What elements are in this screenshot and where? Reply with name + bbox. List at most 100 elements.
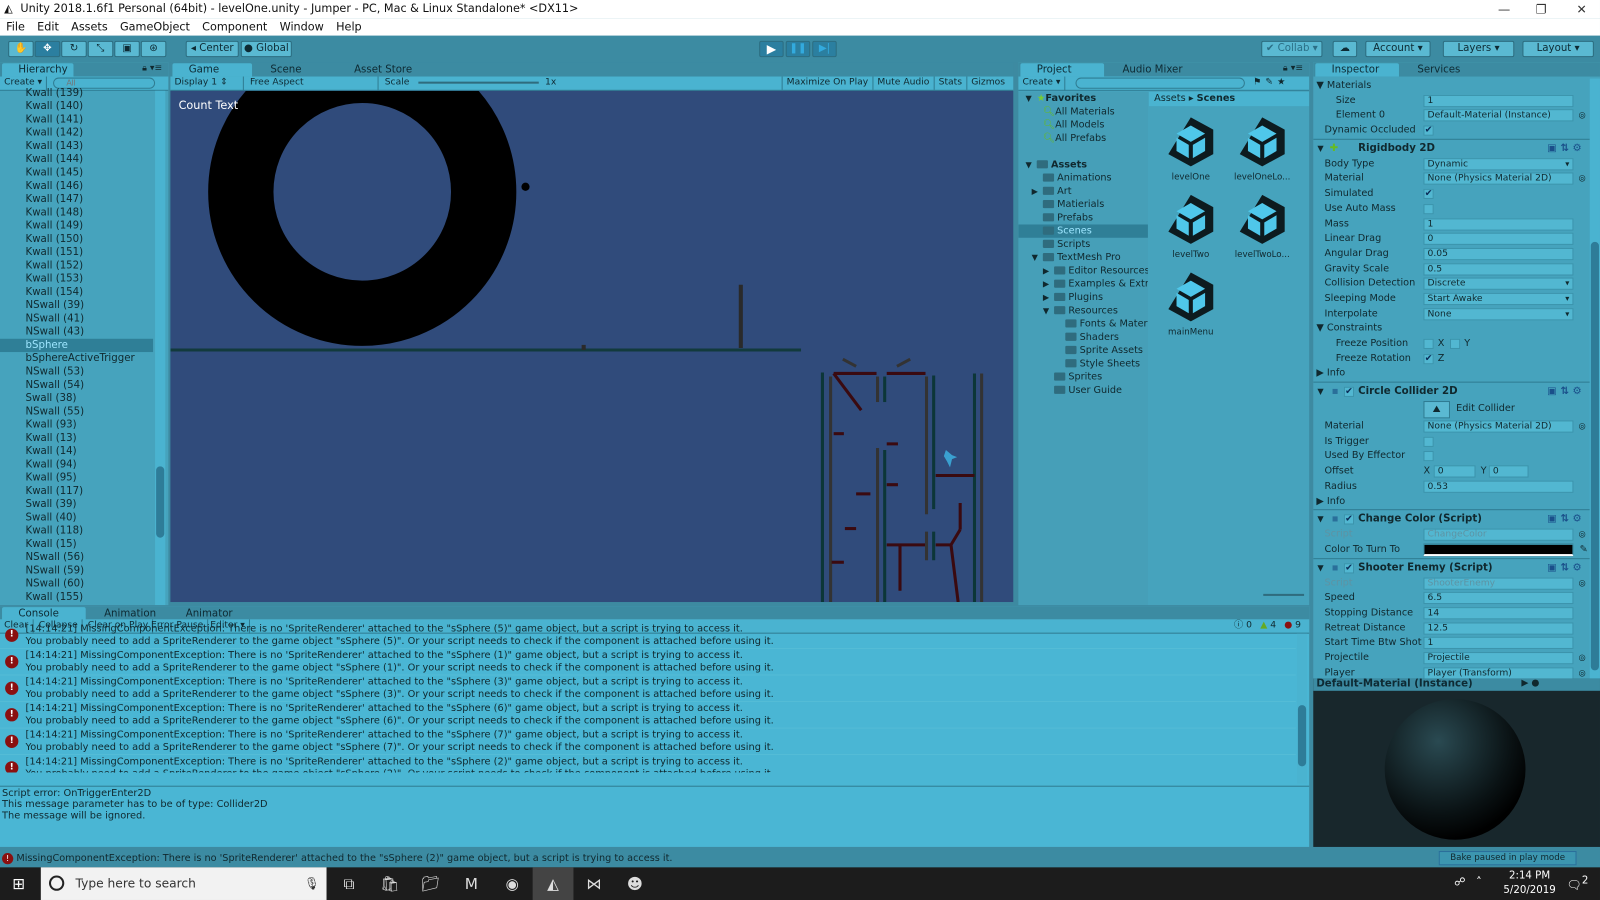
game-view[interactable]: Count Text bbox=[170, 90, 1014, 603]
hierarchy-item[interactable]: Swall (39) bbox=[0, 498, 153, 511]
offset-y-input[interactable]: 0 bbox=[1488, 465, 1529, 478]
console-entry[interactable]: ! [14:14:21] MissingComponentException: T… bbox=[0, 702, 1296, 729]
scene-asset[interactable]: levelTwoLo... bbox=[1227, 193, 1298, 260]
expand-arrow-icon[interactable]: ▶ bbox=[1043, 291, 1049, 304]
preview-play-icon[interactable]: ▶ ● bbox=[1521, 679, 1539, 689]
hierarchy-item[interactable]: NSwall (53) bbox=[0, 365, 153, 378]
foldout-constraints[interactable]: ▼ Constraints bbox=[1316, 322, 1382, 336]
mute-audio-button[interactable]: Mute Audio bbox=[872, 76, 933, 90]
scrollbar-thumb[interactable] bbox=[1297, 705, 1307, 767]
expand-arrow-icon[interactable]: ▶ bbox=[1043, 278, 1049, 291]
hierarchy-item[interactable]: Kwall (145) bbox=[0, 166, 153, 179]
object-picker-icon[interactable]: ◎ bbox=[1579, 666, 1586, 679]
hierarchy-item[interactable]: Kwall (93) bbox=[0, 418, 153, 431]
hierarchy-item[interactable]: Kwall (95) bbox=[0, 471, 153, 484]
stats-button[interactable]: Stats bbox=[933, 76, 967, 90]
scene-asset[interactable]: levelTwo bbox=[1155, 193, 1226, 260]
object-picker-icon[interactable]: ◎ bbox=[1579, 576, 1586, 590]
hierarchy-item[interactable]: Kwall (140) bbox=[0, 100, 153, 113]
tab-inspector[interactable]: Inspector bbox=[1315, 63, 1399, 77]
folder-item[interactable]: Matierials bbox=[1018, 198, 1148, 211]
folder-item[interactable]: ▼ TextMesh Pro bbox=[1018, 251, 1148, 264]
console-scrollbar[interactable] bbox=[1296, 633, 1308, 784]
notifications-icon[interactable]: 🗨︎2 bbox=[1566, 876, 1588, 892]
hierarchy-item[interactable]: Kwall (144) bbox=[0, 153, 153, 166]
input-angular-drag[interactable]: 0.05 bbox=[1423, 247, 1574, 261]
minimize-button[interactable]: — bbox=[1498, 0, 1510, 18]
folder-item[interactable]: Scripts bbox=[1018, 238, 1148, 251]
hierarchy-item[interactable]: Kwall (155) bbox=[0, 591, 153, 604]
hierarchy-item[interactable]: Kwall (153) bbox=[0, 272, 153, 285]
windows-start-button[interactable]: ⊞ bbox=[12, 874, 25, 892]
menu-edit[interactable]: Edit bbox=[37, 18, 59, 35]
input-projectile[interactable]: Projectile bbox=[1423, 652, 1574, 665]
maya-icon[interactable]: M bbox=[451, 867, 492, 900]
tab-audio-mixer[interactable]: Audio Mixer bbox=[1106, 63, 1198, 76]
folder-item[interactable]: Animations bbox=[1018, 171, 1148, 184]
edit-collider-button[interactable]: ⛰ bbox=[1423, 401, 1450, 419]
input-gravity-scale[interactable]: 0.5 bbox=[1423, 262, 1574, 276]
input-speed[interactable]: 6.5 bbox=[1423, 592, 1574, 605]
scene-asset[interactable]: mainMenu bbox=[1155, 270, 1226, 338]
filter-icons[interactable]: ⚑✎★ bbox=[1253, 77, 1289, 90]
folder-item[interactable]: User Guide bbox=[1018, 384, 1148, 397]
folder-item[interactable]: Style Sheets bbox=[1018, 357, 1148, 370]
checkbox-dynamic-occluded[interactable]: ✔ bbox=[1423, 125, 1434, 136]
chrome-icon[interactable]: ◉ bbox=[492, 867, 533, 900]
hierarchy-item[interactable]: Swall (40) bbox=[0, 511, 153, 524]
hierarchy-item[interactable]: Kwall (154) bbox=[0, 286, 153, 299]
favorites-folder[interactable]: ▼ ★Favorites bbox=[1018, 92, 1148, 105]
menu-help[interactable]: Help bbox=[336, 18, 362, 35]
dropdown-sleeping-mode[interactable]: Start Awake bbox=[1423, 292, 1574, 306]
aspect-dropdown[interactable]: Free Aspect bbox=[246, 76, 379, 91]
favorite-item[interactable]: 🔍︎All Materials bbox=[1018, 105, 1148, 118]
play-button[interactable]: ▶ bbox=[759, 40, 784, 58]
input-linear-drag[interactable]: 0 bbox=[1423, 232, 1574, 246]
dropdown-interpolate[interactable]: None bbox=[1423, 307, 1574, 321]
checkbox-simulated[interactable]: ✔ bbox=[1423, 188, 1434, 200]
hierarchy-item[interactable]: Kwall (117) bbox=[0, 485, 153, 498]
hierarchy-item[interactable]: Swall (38) bbox=[0, 392, 153, 405]
hierarchy-item[interactable]: Kwall (94) bbox=[0, 458, 153, 471]
hierarchy-item[interactable]: Kwall (15) bbox=[0, 538, 153, 551]
create-dropdown[interactable]: Create ▾ bbox=[1018, 76, 1066, 91]
scrollbar-thumb[interactable] bbox=[156, 466, 165, 538]
object-picker-icon[interactable]: ◎ bbox=[1579, 651, 1586, 665]
close-button[interactable]: ✕ bbox=[1577, 0, 1587, 18]
component-menu-icons[interactable]: ▣ ⇅ ⚙ bbox=[1547, 559, 1581, 577]
input-material[interactable]: None (Physics Material 2D) bbox=[1423, 172, 1574, 186]
checkbox-is-trigger[interactable] bbox=[1423, 436, 1434, 447]
scale-tool-button[interactable]: ⤡ bbox=[87, 40, 114, 58]
component-circle-collider-2d[interactable]: ▼ ✔ ▪ Circle Collider 2D ▣ ⇅ ⚙ bbox=[1313, 381, 1590, 400]
layers-dropdown[interactable]: Layers ▾ bbox=[1442, 40, 1515, 58]
inspector-scrollbar[interactable] bbox=[1589, 78, 1600, 679]
project-search-input[interactable] bbox=[1075, 77, 1245, 89]
dropdown-body-type[interactable]: Dynamic bbox=[1423, 157, 1574, 171]
tab-hierarchy[interactable]: Hierarchy bbox=[2, 63, 74, 77]
lock-icon[interactable]: 🔒︎ ▾≡ bbox=[1283, 63, 1303, 73]
hierarchy-item[interactable]: NSwall (39) bbox=[0, 299, 153, 312]
foldout-info[interactable]: ▶ Info bbox=[1316, 367, 1345, 381]
checkbox-use-auto-mass[interactable] bbox=[1423, 203, 1434, 215]
folder-item[interactable]: Sprite Assets bbox=[1018, 344, 1148, 357]
transform-tool-button[interactable]: ⊛ bbox=[140, 40, 167, 58]
hierarchy-item[interactable]: Kwall (147) bbox=[0, 193, 153, 206]
hierarchy-item[interactable]: NSwall (56) bbox=[0, 551, 153, 564]
hierarchy-item[interactable]: NSwall (59) bbox=[0, 564, 153, 577]
expand-arrow-icon[interactable]: ▼ bbox=[1043, 304, 1049, 317]
tab-project[interactable]: Project bbox=[1020, 63, 1105, 77]
input-player[interactable]: Player (Transform) bbox=[1423, 667, 1574, 679]
task-view-icon[interactable]: ⧉ bbox=[329, 867, 370, 900]
rotate-tool-button[interactable]: ↻ bbox=[61, 40, 87, 58]
hierarchy-item[interactable]: Kwall (142) bbox=[0, 127, 153, 140]
console-entry[interactable]: ! [14:14:21] MissingComponentException: T… bbox=[0, 755, 1296, 773]
hierarchy-item[interactable]: NSwall (54) bbox=[0, 379, 153, 392]
tab-scene[interactable]: Scene bbox=[254, 63, 334, 76]
hand-tool-button[interactable]: ✋ bbox=[8, 40, 34, 58]
hierarchy-item[interactable]: Kwall (139) bbox=[0, 87, 153, 100]
input-radius[interactable]: 0.53 bbox=[1423, 480, 1574, 493]
component-menu-icons[interactable]: ▣ ⇅ ⚙ bbox=[1547, 510, 1581, 528]
menu-component[interactable]: Component bbox=[202, 18, 267, 35]
file-explorer-icon[interactable]: 📁︎ bbox=[410, 867, 451, 900]
folder-item[interactable]: ▶ Examples & Extr bbox=[1018, 278, 1148, 291]
